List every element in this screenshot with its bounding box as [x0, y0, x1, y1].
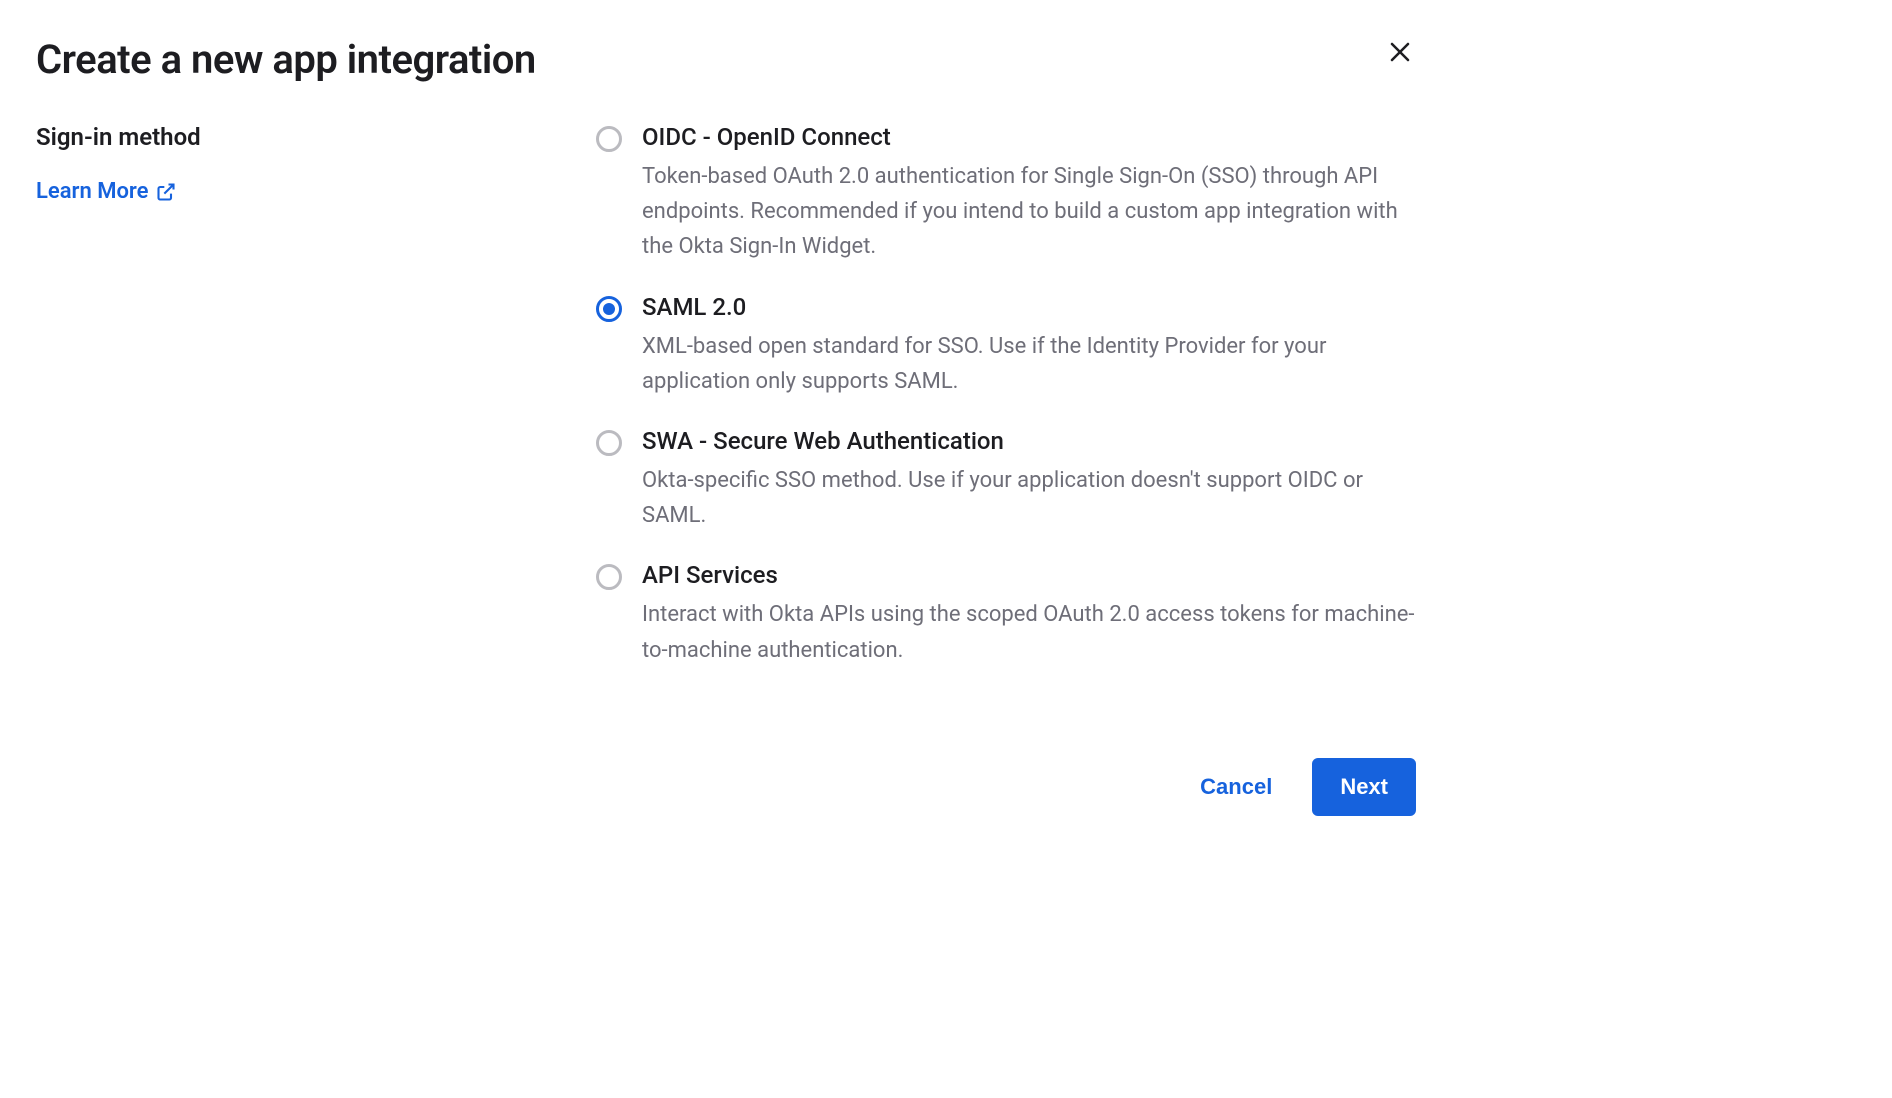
modal-content: Sign-in method Learn More OIDC - OpenID …: [36, 123, 1416, 668]
sign-in-method-radio-group: OIDC - OpenID Connect Token-based OAuth …: [596, 123, 1416, 668]
radio-circle: [596, 296, 622, 322]
left-column: Sign-in method Learn More: [36, 123, 556, 668]
close-icon: [1388, 40, 1412, 64]
learn-more-text: Learn More: [36, 179, 148, 204]
radio-content: API Services Interact with Okta APIs usi…: [642, 561, 1416, 667]
close-button[interactable]: [1384, 36, 1416, 68]
modal-title: Create a new app integration: [36, 36, 1416, 83]
radio-circle: [596, 564, 622, 590]
radio-title: SAML 2.0: [642, 293, 1416, 321]
radio-title: OIDC - OpenID Connect: [642, 123, 1416, 151]
radio-option-api-services[interactable]: API Services Interact with Okta APIs usi…: [596, 561, 1416, 667]
cancel-button[interactable]: Cancel: [1176, 758, 1296, 816]
radio-description: Token-based OAuth 2.0 authentication for…: [642, 159, 1416, 265]
radio-content: OIDC - OpenID Connect Token-based OAuth …: [642, 123, 1416, 265]
radio-option-saml[interactable]: SAML 2.0 XML-based open standard for SSO…: [596, 293, 1416, 399]
create-app-integration-modal: Create a new app integration Sign-in met…: [0, 0, 1452, 852]
radio-circle: [596, 126, 622, 152]
radio-title: API Services: [642, 561, 1416, 589]
radio-circle: [596, 430, 622, 456]
radio-description: Okta-specific SSO method. Use if your ap…: [642, 463, 1416, 533]
radio-option-swa[interactable]: SWA - Secure Web Authentication Okta-spe…: [596, 427, 1416, 533]
radio-content: SAML 2.0 XML-based open standard for SSO…: [642, 293, 1416, 399]
learn-more-link[interactable]: Learn More: [36, 179, 176, 204]
right-column: OIDC - OpenID Connect Token-based OAuth …: [596, 123, 1416, 668]
radio-content: SWA - Secure Web Authentication Okta-spe…: [642, 427, 1416, 533]
radio-option-oidc[interactable]: OIDC - OpenID Connect Token-based OAuth …: [596, 123, 1416, 265]
next-button[interactable]: Next: [1312, 758, 1416, 816]
radio-title: SWA - Secure Web Authentication: [642, 427, 1416, 455]
modal-footer: Cancel Next: [36, 758, 1416, 816]
section-label: Sign-in method: [36, 123, 556, 151]
radio-description: Interact with Okta APIs using the scoped…: [642, 597, 1416, 667]
radio-description: XML-based open standard for SSO. Use if …: [642, 329, 1416, 399]
external-link-icon: [156, 182, 176, 202]
